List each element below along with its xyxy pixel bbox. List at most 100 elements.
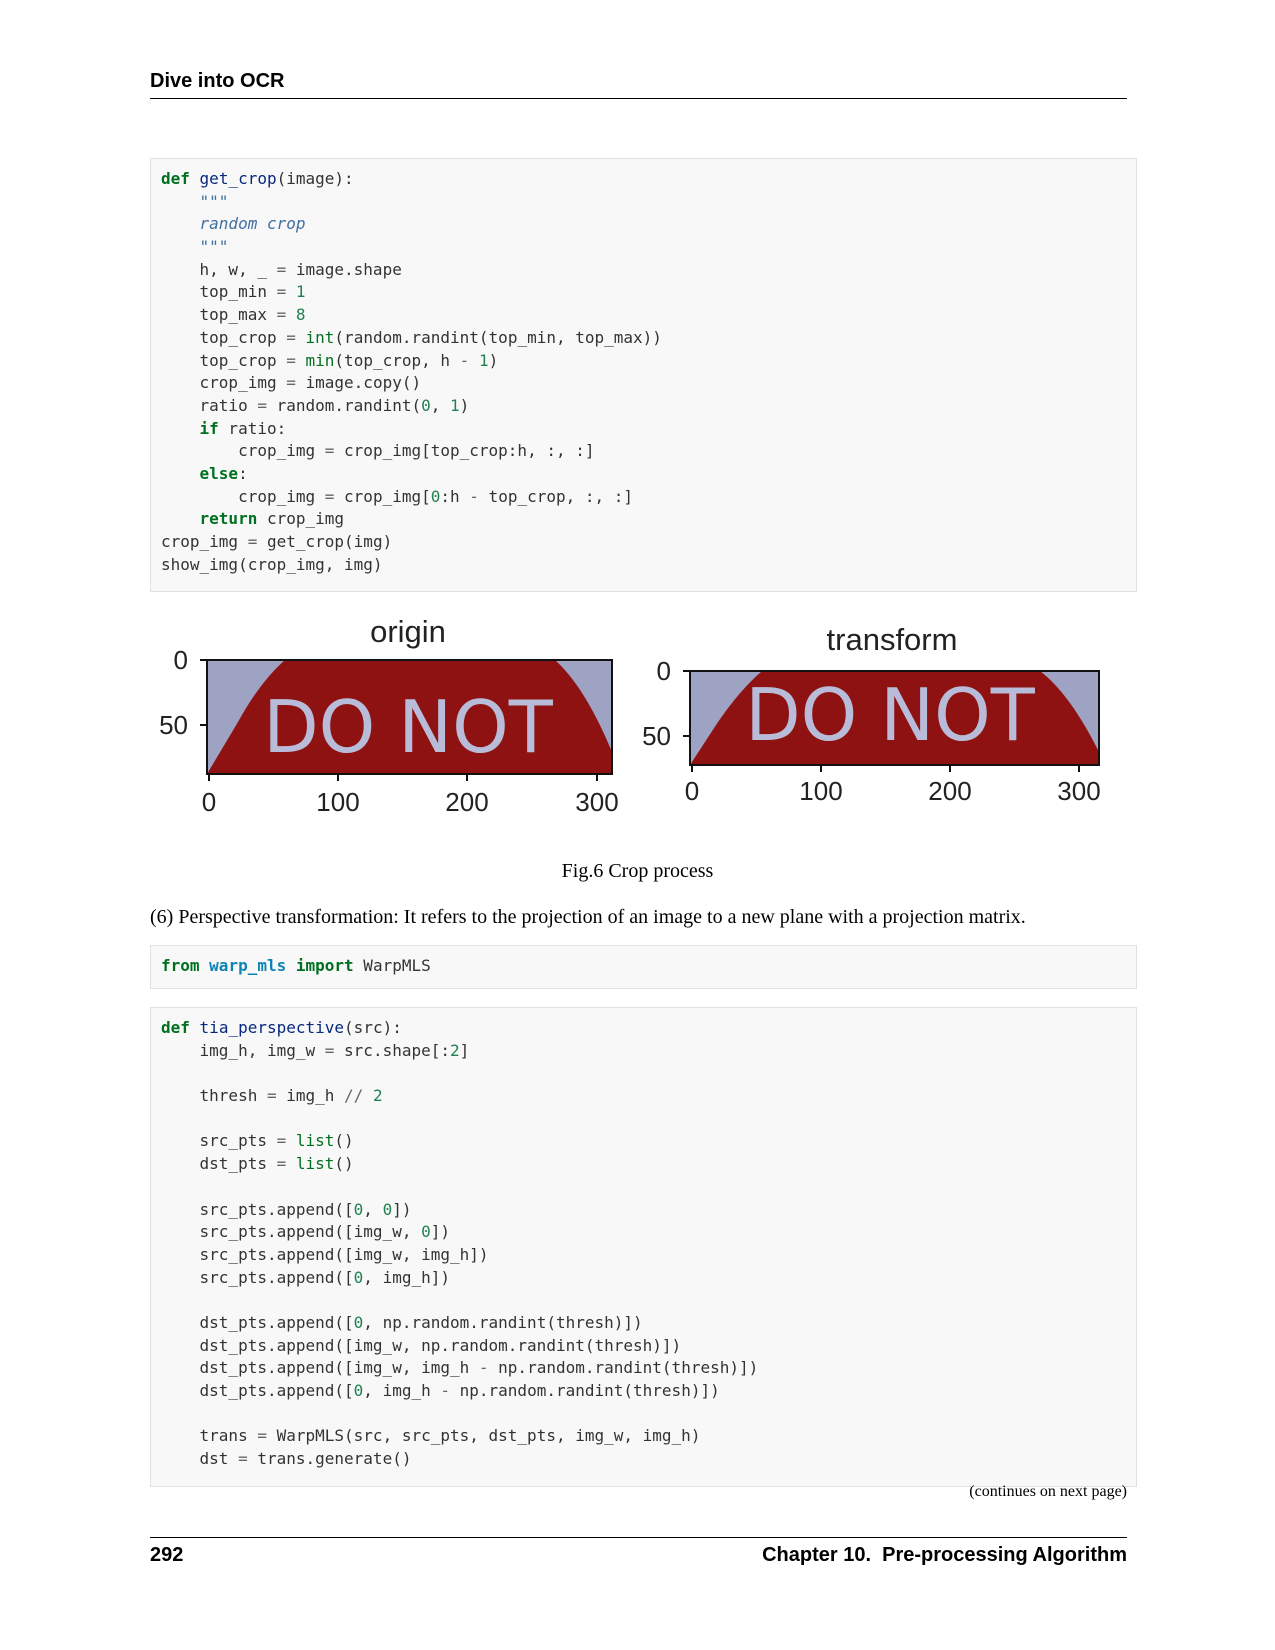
transform-ytick: 50 [642,721,671,751]
code-line: """ [161,191,1126,214]
code-token: 0 [353,1381,364,1400]
code-token: dst_pts [161,1154,277,1174]
code-token: int [305,327,335,347]
code-line: else: [161,463,1126,486]
code-token: dst_pts.append([ [161,1312,354,1332]
code-line: top_crop = min(top_crop, h - 1) [161,350,1126,373]
code-token: , img_h [363,1381,441,1400]
code-token: ratio: [218,418,287,438]
code-token: def [161,169,190,188]
code-line: trans = WarpMLS(src, src_pts, dst_pts, i… [161,1425,1126,1448]
code-token: top_min [161,282,277,302]
code-token: = [247,532,258,551]
code-token: min [305,350,335,370]
code-token: = [276,259,287,279]
code-line: img_h, img_w = src.shape[:2] [161,1040,1126,1063]
code-token: def [161,1018,190,1037]
code-token: = [266,1086,277,1106]
code-line: top_max = 8 [161,304,1126,327]
transform-xtick: 0 [685,776,699,806]
code-token: h, w, _ [161,259,277,279]
code-token: = [238,1449,248,1469]
code-token: = [276,282,287,302]
chapter-title: Chapter 10. Pre-processing Algorithm [762,1544,1127,1566]
transform-panel: transform DO NOT 0 50 0 100 200 300 [642,622,1101,806]
code-line: top_min = 1 [161,281,1126,304]
origin-xtick: 0 [202,787,216,817]
code-line: crop_img = crop_img[0:h - top_crop, :, :… [161,486,1126,509]
code-block-tia-perspective: def tia_perspective(src): img_h, img_w =… [150,1007,1137,1487]
transform-sign-text: DO NOT [745,673,1036,757]
code-line: src_pts.append([img_w, 0]) [161,1221,1126,1244]
code-token: src_pts.append([img_w, img_h]) [161,1244,489,1264]
transform-image: DO NOT [690,671,1099,765]
code-token: 0 [430,486,441,506]
code-token: = [276,1131,287,1151]
code-token: warp_mls [209,956,287,975]
code-token: 0 [382,1199,393,1219]
code-token: 0 [421,1222,431,1242]
code-line: show_img(crop_img, img) [161,554,1126,577]
code-line: top_crop = int(random.randint(top_min, t… [161,327,1126,350]
code-token: trans [161,1426,258,1446]
code-token: crop_img [161,441,325,461]
code-token: :h [440,486,470,506]
origin-ytick: 0 [174,645,188,675]
code-line: src_pts.append([img_w, img_h]) [161,1244,1126,1267]
code-token: - [440,1381,450,1400]
code-token: list [295,1131,335,1151]
code-token: image.shape [286,259,402,279]
origin-xtick: 300 [575,787,618,817]
code-line: random crop [161,213,1126,236]
origin-ytick: 50 [159,710,188,740]
transform-panel-title: transform [827,622,958,657]
code-token: crop_img[top_crop:h, :, :] [334,441,595,461]
code-token: from [161,956,200,975]
code-token: , img_h]) [363,1267,450,1287]
code-line: dst_pts.append([0, img_h - np.random.ran… [161,1380,1126,1403]
code-line: crop_img = image.copy() [161,372,1126,395]
code-token: 0 [353,1199,364,1219]
code-token: import [295,956,354,975]
code-token: 2 [450,1040,460,1060]
page-number: 292 [150,1544,184,1566]
code-block-import: from warp_mls import WarpMLS [150,945,1137,989]
code-token: 0 [353,1312,364,1332]
code-token: ) [459,395,470,415]
code-token: = [276,305,287,325]
code-token: = [276,1154,287,1174]
code-line: h, w, _ = image.shape [161,259,1126,282]
code-token: ratio [161,395,258,415]
code-token: img_h, img_w [161,1040,325,1060]
code-token: src_pts.append([ [161,1199,354,1219]
code-line: dst = trans.generate() [161,1448,1126,1471]
transform-xtick: 100 [799,776,842,806]
code-token: , [363,1199,383,1219]
code-token: = [324,486,335,506]
code-token: dst_pts.append([ [161,1381,354,1400]
code-token: tia_perspective [199,1018,345,1037]
code-token: show_img(crop_img, img) [161,554,383,574]
code-line: dst_pts.append([img_w, img_h - np.random… [161,1357,1126,1380]
code-token: = [286,350,296,370]
code-token: = [324,1040,335,1060]
code-token: get_crop [199,169,277,188]
transform-xtick: 200 [928,776,971,806]
code-token: trans.generate() [247,1449,412,1469]
running-header-title: Dive into OCR [150,70,285,92]
code-token: dst_pts.append([img_w, img_h [161,1358,479,1378]
code-token: - [459,350,470,370]
code-token: (src): [344,1018,402,1037]
code-token: thresh [161,1086,267,1106]
code-token: () [334,1154,354,1174]
code-token: dst [161,1449,239,1469]
